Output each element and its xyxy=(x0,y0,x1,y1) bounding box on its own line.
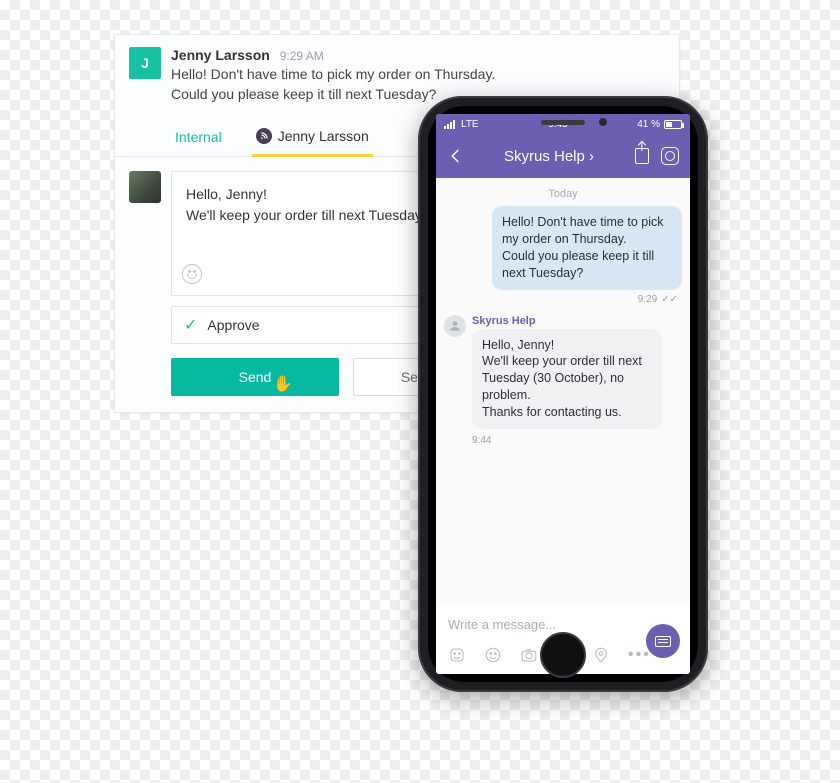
battery-percent: 41 % xyxy=(637,119,660,130)
msg-time: 9:44 xyxy=(472,435,682,446)
signal-icon xyxy=(444,120,455,129)
customer-text-line: Hello! Don't have time to pick my order … xyxy=(171,65,495,85)
tab-internal[interactable]: Internal xyxy=(171,120,226,156)
read-receipt-icon: ✓✓ xyxy=(661,294,678,305)
location-icon[interactable] xyxy=(592,646,610,664)
home-button[interactable] xyxy=(540,632,586,678)
info-icon[interactable] xyxy=(660,146,680,166)
chat-thread[interactable]: Today Hello! Don't have time to pick my … xyxy=(436,178,690,607)
smiley-icon[interactable] xyxy=(484,646,502,664)
phone-mockup: LTE 9:45 41 % Skyrus Help › Today Hello! xyxy=(418,96,708,692)
phone-earpiece xyxy=(541,120,585,125)
camera-icon[interactable] xyxy=(520,646,538,664)
incoming-message: Skyrus Help Hello, Jenny! We'll keep you… xyxy=(444,315,682,433)
chat-navbar: Skyrus Help › xyxy=(436,134,690,178)
check-icon: ✓ xyxy=(184,315,197,335)
customer-avatar: J xyxy=(129,47,161,79)
customer-name: Jenny Larsson xyxy=(171,47,270,63)
emoji-icon[interactable] xyxy=(182,264,202,284)
keyboard-toggle-button[interactable] xyxy=(646,624,680,658)
bot-avatar-icon xyxy=(444,315,466,337)
outgoing-message: Hello! Don't have time to pick my order … xyxy=(492,206,682,290)
day-separator: Today xyxy=(444,188,682,200)
agent-avatar xyxy=(129,171,161,203)
cursor-icon: ✋ xyxy=(273,374,293,394)
viber-icon xyxy=(256,128,272,144)
chat-title[interactable]: Skyrus Help › xyxy=(474,148,624,165)
tab-customer-channel[interactable]: Jenny Larsson xyxy=(252,120,373,157)
tab-customer-label: Jenny Larsson xyxy=(278,128,369,144)
customer-time: 9:29 AM xyxy=(280,49,324,63)
send-button[interactable]: Send ✋ xyxy=(171,358,339,396)
incoming-sender: Skyrus Help xyxy=(472,315,662,327)
share-icon[interactable] xyxy=(632,146,652,166)
phone-camera xyxy=(599,118,607,126)
approval-label: Approve xyxy=(207,317,259,333)
sticker-icon[interactable] xyxy=(448,646,466,664)
phone-screen: LTE 9:45 41 % Skyrus Help › Today Hello! xyxy=(436,114,690,674)
msg-time: 9:29 xyxy=(638,294,657,305)
keyboard-icon xyxy=(655,636,671,647)
back-icon[interactable] xyxy=(446,146,466,166)
battery-icon xyxy=(664,120,682,129)
carrier-label: LTE xyxy=(461,119,479,130)
